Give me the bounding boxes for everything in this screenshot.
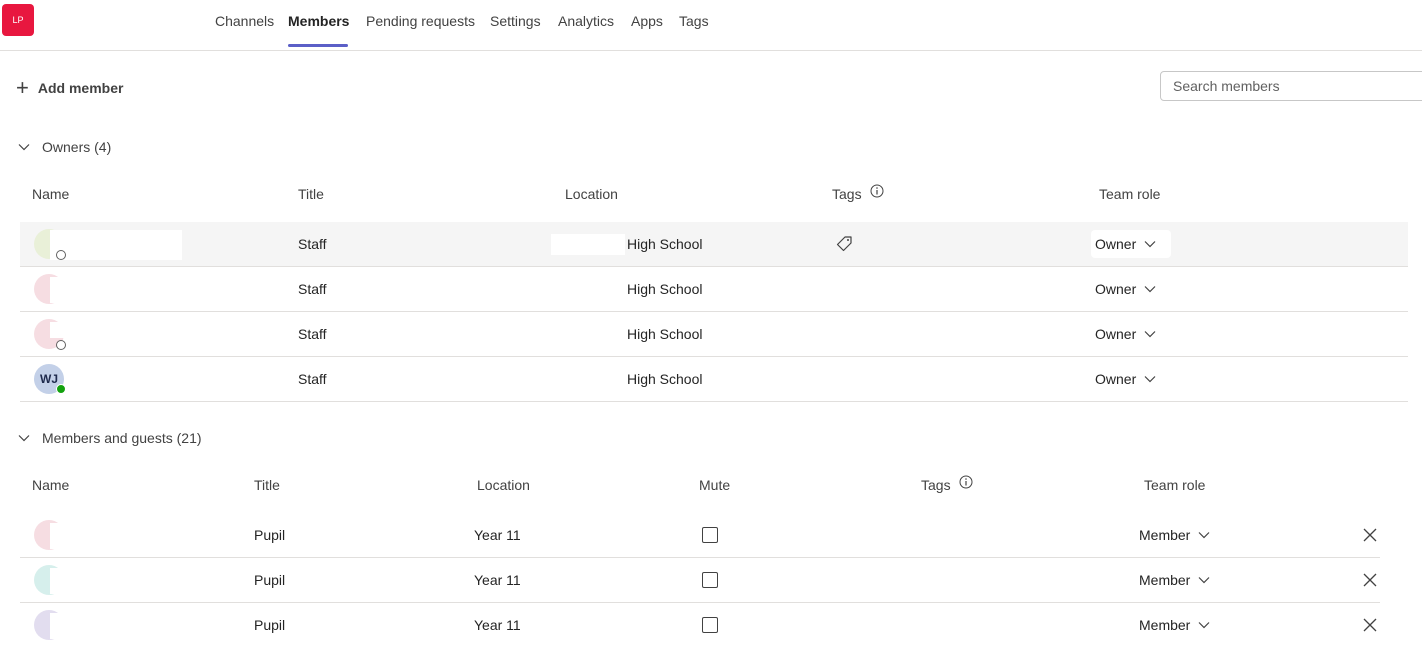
top-bar: LP Channels Members Pending requests Set… [0,0,1422,51]
redacted-name [50,523,90,549]
member-location: Year 11 [474,572,521,588]
add-member-label: Add member [37,80,124,96]
team-role-dropdown[interactable]: Member [1135,611,1214,639]
chevron-down-icon [1144,376,1156,383]
team-avatar[interactable]: LP [2,4,34,36]
add-member-button[interactable]: + Add member [16,77,123,99]
table-row[interactable]: Pupil Year 11 Member [20,603,1380,647]
info-icon[interactable] [870,184,884,198]
table-row[interactable]: Pupil Year 11 Member [20,513,1380,558]
tab-apps[interactable]: Apps [631,0,663,48]
members-col-name[interactable]: Name [32,477,69,493]
chevron-down-icon [18,144,30,151]
chevron-down-icon [1144,331,1156,338]
remove-member-icon[interactable] [1363,618,1377,632]
member-title: Staff [298,236,327,252]
team-role-value: Member [1139,572,1191,588]
chevron-down-icon [1198,532,1210,539]
member-location: High School [627,371,703,387]
member-location: High School [627,281,703,297]
member-location: Year 11 [474,527,521,543]
members-section-header: Members and guests (21) [42,430,202,446]
members-col-location[interactable]: Location [477,477,530,493]
owners-section-header: Owners (4) [42,139,112,155]
team-role-value: Owner [1095,371,1137,387]
tab-members[interactable]: Members [288,0,349,48]
team-role-dropdown[interactable]: Owner [1091,275,1160,303]
team-role-dropdown[interactable]: Owner [1091,320,1160,348]
members-col-mute[interactable]: Mute [699,477,730,493]
member-location: Year 11 [474,617,521,633]
team-role-value: Owner [1095,326,1137,342]
plus-icon: + [16,75,29,100]
table-row[interactable]: Staff High School Owner [20,312,1408,357]
info-icon[interactable] [959,475,973,489]
owners-section-toggle[interactable]: Owners (4) [18,137,111,157]
member-location: High School [627,236,703,252]
chevron-down-icon [1144,286,1156,293]
team-role-value: Owner [1095,236,1137,252]
owners-col-name[interactable]: Name [32,186,69,202]
chevron-down-icon [1198,577,1210,584]
team-role-dropdown[interactable]: Member [1135,521,1214,549]
member-location: High School [627,326,703,342]
member-title: Staff [298,281,327,297]
active-tab-indicator [288,44,348,47]
tag-icon[interactable] [835,235,853,253]
members-col-team-role[interactable]: Team role [1144,477,1205,493]
members-section-toggle[interactable]: Members and guests (21) [18,428,202,448]
remove-member-icon[interactable] [1363,528,1377,542]
remove-member-icon[interactable] [1363,573,1377,587]
mute-checkbox[interactable] [702,572,718,588]
team-role-value: Member [1139,617,1191,633]
tab-settings[interactable]: Settings [490,0,541,48]
member-title: Staff [298,326,327,342]
redacted-name [50,277,90,303]
member-title: Pupil [254,617,286,633]
mute-checkbox[interactable] [702,527,718,543]
presence-offline-icon [56,340,66,350]
table-row[interactable]: Staff High School Owner [20,222,1408,267]
members-col-tags[interactable]: Tags [921,477,951,493]
team-role-dropdown[interactable]: Member [1135,566,1214,594]
search-members-input[interactable] [1160,71,1422,101]
team-role-dropdown[interactable]: Owner [1091,230,1172,258]
chevron-down-icon [1198,622,1210,629]
owners-col-tags[interactable]: Tags [832,186,862,202]
member-title: Pupil [254,572,286,588]
redacted-name [50,230,182,260]
redacted-name [50,613,90,639]
owners-col-location[interactable]: Location [565,186,618,202]
redacted-name [50,568,90,594]
owners-col-title[interactable]: Title [298,186,324,202]
tab-channels[interactable]: Channels [215,0,274,48]
redacted-name [50,322,90,338]
table-row[interactable]: Pupil Year 11 Member [20,558,1380,603]
owners-col-team-role[interactable]: Team role [1099,186,1160,202]
presence-offline-icon [56,250,66,260]
team-role-value: Member [1139,527,1191,543]
table-row[interactable]: Staff High School Owner [20,267,1408,312]
team-role-dropdown[interactable]: Owner [1091,365,1160,393]
tab-tags[interactable]: Tags [679,0,709,48]
table-row[interactable]: WJ Staff High School Owner [20,357,1408,402]
members-col-title[interactable]: Title [254,477,280,493]
team-role-value: Owner [1095,281,1137,297]
member-title: Pupil [254,527,286,543]
member-title: Staff [298,371,327,387]
chevron-down-icon [1144,241,1156,248]
tab-pending-requests[interactable]: Pending requests [366,0,475,48]
chevron-down-icon [18,435,30,442]
redacted-location [551,234,625,255]
mute-checkbox[interactable] [702,617,718,633]
presence-available-icon [56,384,66,394]
tab-analytics[interactable]: Analytics [558,0,614,48]
